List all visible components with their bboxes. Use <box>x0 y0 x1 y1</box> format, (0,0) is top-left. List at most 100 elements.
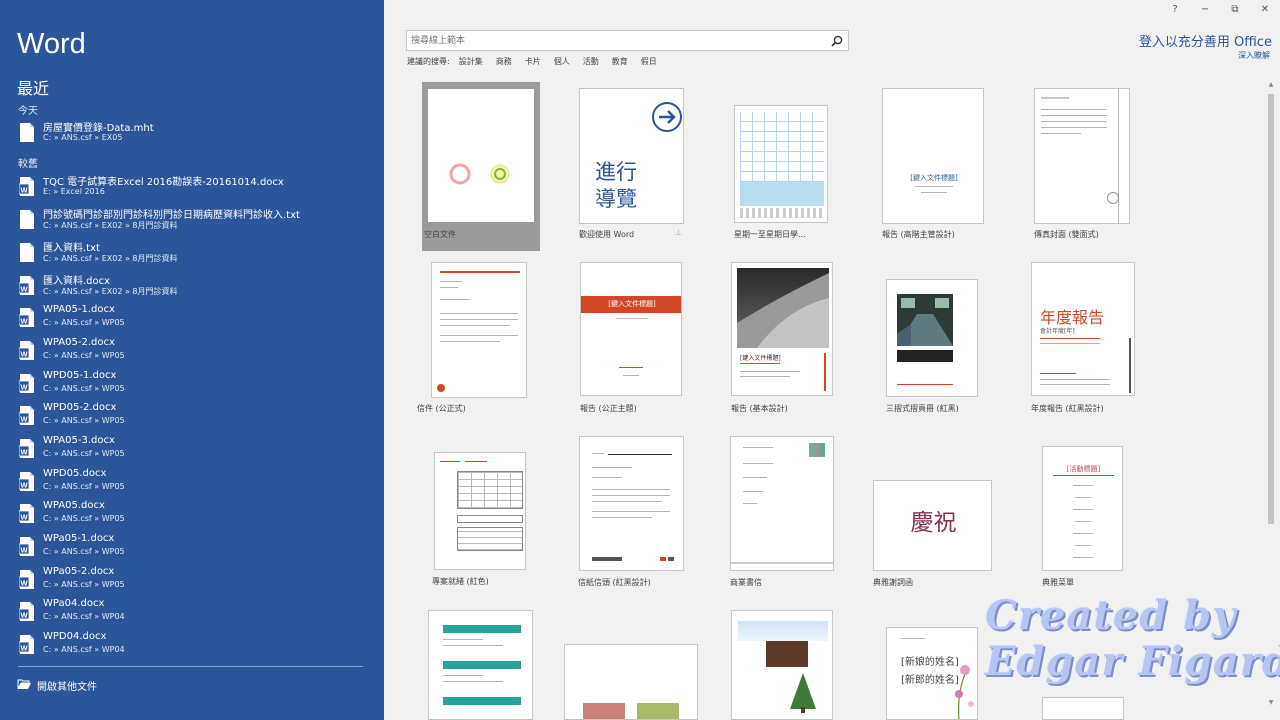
template-label: 空白文件 <box>424 230 456 239</box>
text-line <box>465 461 487 462</box>
recent-file-name: WPD04.docx <box>43 631 107 642</box>
table-grid <box>457 527 523 551</box>
sign-in-link[interactable]: 登入以充分善用 Office <box>1139 31 1272 50</box>
bride-name-text: [新娘的姓名] <box>901 657 959 668</box>
suggested-search-link[interactable]: 假日 <box>641 56 657 67</box>
text-line <box>440 461 460 462</box>
recent-file-path: C: » ANS.csf » EX05 <box>43 133 123 142</box>
svg-text:W: W <box>20 186 28 195</box>
suggested-search-link[interactable]: 教育 <box>612 56 628 67</box>
template-thumbnail: 年度報告 會計年度[年] <box>1031 262 1135 396</box>
recent-file-name: WPD05.docx <box>43 468 107 479</box>
template-report-basic[interactable]: [鍵入文件標題] 報告 (基本設計) <box>731 262 841 413</box>
template-brochure[interactable]: 三摺式摺頁冊 (紅黑) <box>886 279 996 413</box>
text-line <box>743 491 763 492</box>
suggested-search-link[interactable]: 商務 <box>496 56 512 67</box>
train-interior-photo-icon <box>897 294 953 346</box>
footer-dot <box>668 557 674 561</box>
generic-file-icon <box>20 210 34 229</box>
recent-file-item[interactable]: W WPD05.docx C: » ANS.csf » WP05 <box>0 466 384 498</box>
open-other-documents-button[interactable]: 開啟其他文件 <box>17 675 217 697</box>
template-thumbnail: 進行 導覽 <box>579 88 684 224</box>
recent-file-item[interactable]: 匯入資料.txt C: » ANS.csf » EX02 » 8月門診資料 <box>0 237 384 269</box>
recent-file-item[interactable]: 門診號碼門診部別門診科別門診日期病歷資料門診收入.txt C: » ANS.csf… <box>0 204 384 236</box>
template-event-tickets[interactable] <box>428 610 534 720</box>
svg-text:W: W <box>20 415 28 424</box>
recent-file-item[interactable]: W WPA05-3.docx C: » ANS.csf » WP05 <box>0 433 384 465</box>
recent-file-item[interactable]: W WPA05-2.docx C: » ANS.csf » WP05 <box>0 335 384 367</box>
group-label-older: 較舊 <box>18 159 38 170</box>
recent-file-item[interactable]: W 匯入資料.docx C: » ANS.csf » EX02 » 8月門診資料 <box>0 270 384 302</box>
recent-file-item[interactable]: W WPA05-1.docx C: » ANS.csf » WP05 <box>0 302 384 334</box>
minimize-button[interactable]: − <box>1190 0 1220 22</box>
template-calendar[interactable]: 星期一至星期日學... <box>734 105 844 239</box>
calendar-band <box>740 182 824 206</box>
template-report-executive[interactable]: [鍵入文件標題] 報告 (高階主管設計) <box>882 88 992 239</box>
footer-dot <box>660 557 666 561</box>
template-photo-cards[interactable] <box>564 644 698 720</box>
recent-file-item[interactable]: W WPa05-1.docx C: » ANS.csf » WP05 <box>0 531 384 563</box>
template-business-letter[interactable]: 商業書信 <box>730 436 840 587</box>
template-newsletter[interactable] <box>731 610 833 720</box>
recent-file-path: C: » ANS.csf » WP05 <box>43 351 125 360</box>
rule-line <box>608 454 672 455</box>
template-partial[interactable] <box>1042 697 1124 720</box>
template-wedding[interactable]: [新娘的姓名] [新郎的姓名] <box>886 627 978 720</box>
template-label: 三摺式摺頁冊 (紅黑) <box>886 404 959 413</box>
search-button[interactable] <box>830 33 846 48</box>
text-line <box>915 186 953 187</box>
text-line <box>1040 384 1110 385</box>
scroll-thumb[interactable] <box>1268 94 1274 524</box>
recent-file-item[interactable]: W WPa04.docx C: » ANS.csf » WP04 <box>0 596 384 628</box>
template-search-input[interactable] <box>411 33 821 48</box>
busy-indicator-icon <box>449 163 510 185</box>
learn-more-link[interactable]: 深入瞭解 <box>1238 50 1270 61</box>
recent-file-name: 匯入資料.docx <box>43 276 111 287</box>
suggested-search-link[interactable]: 卡片 <box>525 56 541 67</box>
divider <box>18 666 363 667</box>
template-report-formal[interactable]: [鍵入文件標題] 報告 (公正主題) <box>580 262 690 413</box>
text-line <box>1040 373 1076 374</box>
template-annual-report[interactable]: 年度報告 會計年度[年] 年度報告 (紅黑設計) <box>1031 262 1141 413</box>
suggested-search-link[interactable]: 活動 <box>583 56 599 67</box>
template-letter[interactable]: 信件 (公正式) <box>417 262 541 413</box>
template-label: 典雅菜單 <box>1042 578 1074 587</box>
suggested-search-link[interactable]: 設計集 <box>459 56 483 67</box>
groom-name-text: [新郎的姓名] <box>901 675 959 686</box>
table-row-box <box>457 515 523 523</box>
template-thumbnail <box>730 436 834 571</box>
accent-bar <box>440 271 520 273</box>
recent-file-item[interactable]: W WPD05-1.docx C: » ANS.csf » WP05 <box>0 368 384 400</box>
template-welcome-to-word[interactable]: 進行 導覽 歡迎使用 Word ⊥ <box>579 88 685 239</box>
recent-file-item[interactable]: W WPa05-2.docx C: » ANS.csf » WP05 <box>0 564 384 596</box>
template-menu[interactable]: [活動標題] 典雅菜單 <box>1042 446 1132 587</box>
generic-file-icon <box>20 123 34 142</box>
template-letterhead[interactable]: 信紙信頭 (紅黑設計) <box>578 436 689 587</box>
scroll-up-arrow-icon[interactable]: ▲ <box>1266 80 1276 90</box>
recent-file-item[interactable]: 房屋實價登錄-Data.mht C: » ANS.csf » EX05 <box>0 117 384 149</box>
recent-file-name: WPa04.docx <box>43 598 105 609</box>
text-line <box>743 477 767 478</box>
help-button[interactable]: ? <box>1160 0 1190 22</box>
pin-icon[interactable]: ⊥ <box>675 228 682 237</box>
search-icon <box>831 35 843 47</box>
close-button[interactable]: ✕ <box>1250 0 1280 22</box>
word-doc-icon: W <box>19 635 34 654</box>
recent-file-item[interactable]: W WPD04.docx C: » ANS.csf » WP04 <box>0 629 384 661</box>
recent-file-item[interactable]: W WPA05.docx C: » ANS.csf » WP05 <box>0 498 384 530</box>
scroll-down-arrow-icon[interactable]: ▼ <box>1266 698 1276 708</box>
template-celebration[interactable]: 慶祝 典雅謝詞函 <box>873 480 993 587</box>
template-fax-cover[interactable]: 傳真封面 (雙面式) <box>1034 88 1134 239</box>
template-blank-document[interactable]: 空白文件 <box>422 82 540 251</box>
suggested-search-link[interactable]: 個人 <box>554 56 570 67</box>
recent-file-item[interactable]: W TQC 電子試算表Excel 2016勘誤表-20161014.docx E: … <box>0 171 384 203</box>
text-line <box>443 681 503 682</box>
recent-file-item[interactable]: W WPD05-2.docx C: » ANS.csf » WP05 <box>0 400 384 432</box>
restore-button[interactable]: ⧉ <box>1220 0 1250 22</box>
sky-band <box>738 621 828 641</box>
template-label: 傳真封面 (雙面式) <box>1034 230 1099 239</box>
svg-text:W: W <box>20 481 28 490</box>
recent-file-path: C: » ANS.csf » WP05 <box>43 580 125 589</box>
template-title-text: [鍵入文件標題] <box>740 355 781 362</box>
template-invoice[interactable]: 專案就緒 (紅色) <box>432 452 544 592</box>
